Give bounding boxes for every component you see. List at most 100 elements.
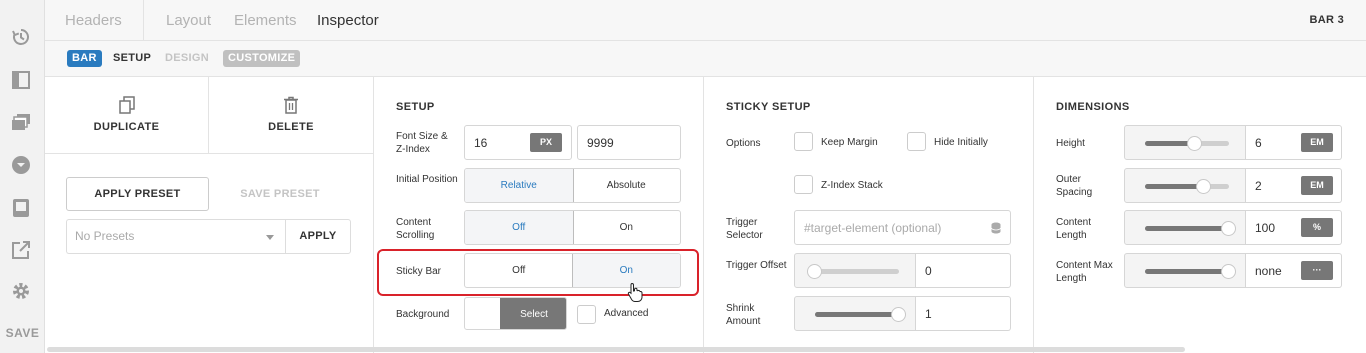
content-max-slider[interactable] <box>1124 253 1246 288</box>
dimensions-title: DIMENSIONS <box>1056 101 1130 113</box>
initial-position-toggle: Relative Absolute <box>464 168 681 203</box>
shrink-amount-label: Shrink Amount <box>726 303 761 327</box>
setup-panel: SETUP Font Size & Z-Index 16 PX 9999 Ini… <box>374 77 704 353</box>
content-max-label: Content Max Length <box>1056 260 1113 284</box>
font-size-label: Font Size & Z-Index <box>396 131 448 155</box>
delete-button[interactable]: DELETE <box>209 77 373 154</box>
hide-initially-checkbox[interactable] <box>907 132 926 151</box>
shrink-amount-slider[interactable] <box>794 296 916 331</box>
left-toolbar: SAVE <box>0 0 45 353</box>
background-picker[interactable]: Select <box>464 297 567 330</box>
content-length-unit-button[interactable]: % <box>1301 218 1333 237</box>
outer-spacing-unit-button[interactable]: EM <box>1301 176 1333 195</box>
content-length-value: 100 <box>1255 220 1276 235</box>
outer-spacing-label: Outer Spacing <box>1056 174 1093 198</box>
font-size-value: 16 <box>474 135 488 150</box>
height-knob[interactable] <box>1187 136 1203 151</box>
shrink-amount-knob[interactable] <box>891 307 906 322</box>
save-preset-button[interactable]: SAVE PRESET <box>221 177 339 211</box>
scrolling-off-option[interactable]: Off <box>465 211 574 244</box>
height-slider[interactable] <box>1124 125 1246 160</box>
duplicate-button[interactable]: DUPLICATE <box>45 77 209 154</box>
height-track <box>1145 136 1229 151</box>
trigger-selector-placeholder: #target-element (optional) <box>804 220 942 235</box>
font-unit-button[interactable]: PX <box>530 133 562 152</box>
preset-select-value: No Presets <box>75 229 135 243</box>
preset-select[interactable]: No Presets <box>66 219 285 254</box>
content-max-fill <box>1145 269 1229 274</box>
outer-spacing-slider[interactable] <box>1124 168 1246 203</box>
trigger-offset-knob[interactable] <box>807 264 822 279</box>
tab-layout[interactable]: Layout <box>166 12 211 29</box>
scrolling-on-option[interactable]: On <box>573 211 681 244</box>
background-select-button[interactable]: Select <box>500 298 566 329</box>
layers-icon[interactable] <box>10 111 32 133</box>
device-icon[interactable] <box>10 197 32 219</box>
outer-spacing-track <box>1145 179 1229 194</box>
history-icon[interactable] <box>10 26 32 48</box>
dimensions-panel: DIMENSIONS Height 6 EM Outer Spacing 2 E… <box>1034 77 1366 353</box>
apply-preset-button[interactable]: APPLY PRESET <box>66 177 209 211</box>
tab-design[interactable]: DESIGN <box>160 50 214 67</box>
absolute-option[interactable]: Absolute <box>573 169 681 202</box>
advanced-checkbox[interactable] <box>577 305 596 324</box>
content-max-input[interactable]: none ··· <box>1246 253 1342 288</box>
actions-panel: DUPLICATE DELETE APPLY PRESET SAVE PRESE… <box>45 77 374 353</box>
divider <box>143 0 144 41</box>
content-length-track <box>1145 221 1236 236</box>
tab-customize[interactable]: CUSTOMIZE <box>223 50 301 67</box>
advanced-label: Advanced <box>604 308 649 319</box>
trigger-selector-input[interactable]: #target-element (optional) <box>794 210 1011 245</box>
options-label: Options <box>726 138 761 149</box>
chevron-circle-icon[interactable] <box>10 154 32 176</box>
outer-spacing-fill <box>1145 184 1204 189</box>
shrink-amount-track <box>815 307 906 322</box>
height-label: Height <box>1056 138 1085 149</box>
trigger-offset-slider[interactable] <box>794 253 916 288</box>
external-link-icon[interactable] <box>10 239 32 261</box>
content-length-slider[interactable] <box>1124 210 1246 245</box>
inspector-subtabs: BAR SETUP DESIGN CUSTOMIZE <box>45 41 1366 77</box>
height-value: 6 <box>1255 135 1262 150</box>
z-index-value: 9999 <box>587 135 614 150</box>
content-max-unit-button[interactable]: ··· <box>1301 261 1333 280</box>
tab-setup[interactable]: SETUP <box>108 50 156 67</box>
content-max-knob[interactable] <box>1221 264 1236 279</box>
panel-icon[interactable] <box>10 69 32 91</box>
shrink-amount-input[interactable]: 1 <box>916 296 1011 331</box>
outer-spacing-input[interactable]: 2 EM <box>1246 168 1342 203</box>
copy-icon <box>118 96 135 119</box>
apply-button[interactable]: APPLY <box>285 219 351 254</box>
gear-icon[interactable] <box>10 280 32 302</box>
trigger-offset-label: Trigger Offset <box>726 260 787 271</box>
tab-inspector[interactable]: Inspector <box>317 12 379 29</box>
sticky-setup-title: STICKY SETUP <box>726 101 811 113</box>
font-size-input[interactable]: 16 PX <box>464 125 572 160</box>
delete-label: DELETE <box>268 121 314 133</box>
content-length-knob[interactable] <box>1221 221 1236 236</box>
duplicate-delete-row: DUPLICATE DELETE <box>45 77 374 154</box>
tab-elements[interactable]: Elements <box>234 12 297 29</box>
keep-margin-checkbox[interactable] <box>794 132 813 151</box>
caret-down-icon <box>266 235 274 240</box>
content-scrolling-label: Content Scrolling <box>396 217 435 241</box>
height-input[interactable]: 6 EM <box>1246 125 1342 160</box>
trigger-offset-track <box>807 264 899 279</box>
background-label: Background <box>396 309 450 320</box>
z-index-stack-checkbox[interactable] <box>794 175 813 194</box>
z-index-input[interactable]: 9999 <box>577 125 681 160</box>
content-length-label: Content Length <box>1056 217 1092 241</box>
trigger-offset-input[interactable]: 0 <box>916 253 1011 288</box>
hand-cursor-icon <box>627 282 643 307</box>
outer-spacing-knob[interactable] <box>1195 179 1211 194</box>
content-max-value: none <box>1255 263 1282 278</box>
save-button[interactable]: SAVE <box>0 326 45 340</box>
setup-title: SETUP <box>396 101 435 113</box>
tab-headers[interactable]: Headers <box>65 12 122 29</box>
content-length-input[interactable]: 100 % <box>1246 210 1342 245</box>
sticky-setup-panel: STICKY SETUP Options Keep Margin Hide In… <box>704 77 1034 353</box>
height-unit-button[interactable]: EM <box>1301 133 1333 152</box>
bar-badge: BAR <box>67 50 102 67</box>
horizontal-scrollbar[interactable] <box>47 347 1185 352</box>
relative-option[interactable]: Relative <box>465 169 574 202</box>
